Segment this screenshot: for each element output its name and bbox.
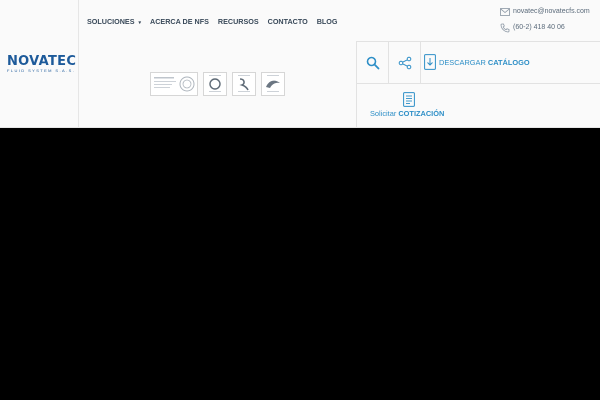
download-prefix: DESCARGAR bbox=[439, 57, 488, 67]
download-icon bbox=[424, 54, 436, 70]
quote-form-icon bbox=[403, 92, 415, 107]
phone-row[interactable]: (60-2) 418 40 06 bbox=[500, 22, 590, 33]
certification-logos bbox=[150, 72, 290, 96]
certification-badge bbox=[261, 72, 285, 96]
nav-label: Acerca de NFS bbox=[150, 16, 209, 26]
search-icon bbox=[366, 56, 379, 69]
nav-label: Soluciones bbox=[87, 16, 135, 26]
share-icon bbox=[398, 56, 411, 69]
hero-area bbox=[0, 128, 600, 400]
email-row[interactable]: novatec@novatecfs.com bbox=[500, 6, 590, 17]
nav-item-recursos[interactable]: Recursos bbox=[218, 17, 259, 26]
nav-label: Blog bbox=[316, 16, 338, 26]
share-button[interactable] bbox=[389, 42, 420, 83]
nav-label: Recursos bbox=[217, 16, 259, 26]
quote-prefix: Solicitar bbox=[370, 109, 399, 118]
brand-logo[interactable]: NOVATEC FLUID SYSTEM S.A.S. bbox=[7, 54, 77, 73]
envelope-icon bbox=[500, 7, 510, 16]
quote-request-button[interactable]: Solicitar COTIZACIÓN bbox=[370, 91, 470, 121]
logo-column: NOVATEC FLUID SYSTEM S.A.S. bbox=[0, 0, 79, 127]
divider bbox=[420, 41, 421, 83]
phone-icon bbox=[500, 23, 510, 32]
divider bbox=[356, 83, 600, 84]
certification-badge bbox=[203, 72, 227, 96]
quote-request-label: Solicitar COTIZACIÓN bbox=[370, 109, 444, 118]
certification-badge bbox=[232, 72, 256, 96]
download-bold: CATÁLOGO bbox=[487, 57, 530, 67]
nav-item-acerca[interactable]: Acerca de NFS bbox=[150, 17, 209, 26]
main-nav: Soluciones ▾ Acerca de NFS Recursos Conta… bbox=[87, 15, 346, 27]
download-catalog-button[interactable]: DESCARGAR CATÁLOGO bbox=[424, 52, 530, 72]
nav-label: Contacto bbox=[267, 16, 308, 26]
logo-wordmark: NOVATEC bbox=[7, 54, 77, 69]
nav-item-contacto[interactable]: Contacto bbox=[268, 17, 308, 26]
email-link: novatec@novatecfs.com bbox=[513, 8, 590, 15]
logo-tagline: FLUID SYSTEM S.A.S. bbox=[7, 68, 76, 73]
caret-down-icon: ▾ bbox=[138, 19, 142, 26]
nav-item-soluciones[interactable]: Soluciones ▾ bbox=[87, 17, 141, 26]
download-catalog-label: DESCARGAR CATÁLOGO bbox=[439, 58, 530, 67]
search-button[interactable] bbox=[357, 42, 388, 83]
contact-info: novatec@novatecfs.com (60-2) 418 40 06 bbox=[500, 6, 590, 38]
phone-number: (60-2) 418 40 06 bbox=[513, 24, 565, 31]
site-header: NOVATEC FLUID SYSTEM S.A.S. Soluciones ▾ … bbox=[0, 0, 600, 128]
quote-bold: COTIZACIÓN bbox=[398, 109, 445, 118]
nav-item-blog[interactable]: Blog bbox=[317, 17, 338, 26]
iso-certification-badge bbox=[150, 72, 198, 96]
